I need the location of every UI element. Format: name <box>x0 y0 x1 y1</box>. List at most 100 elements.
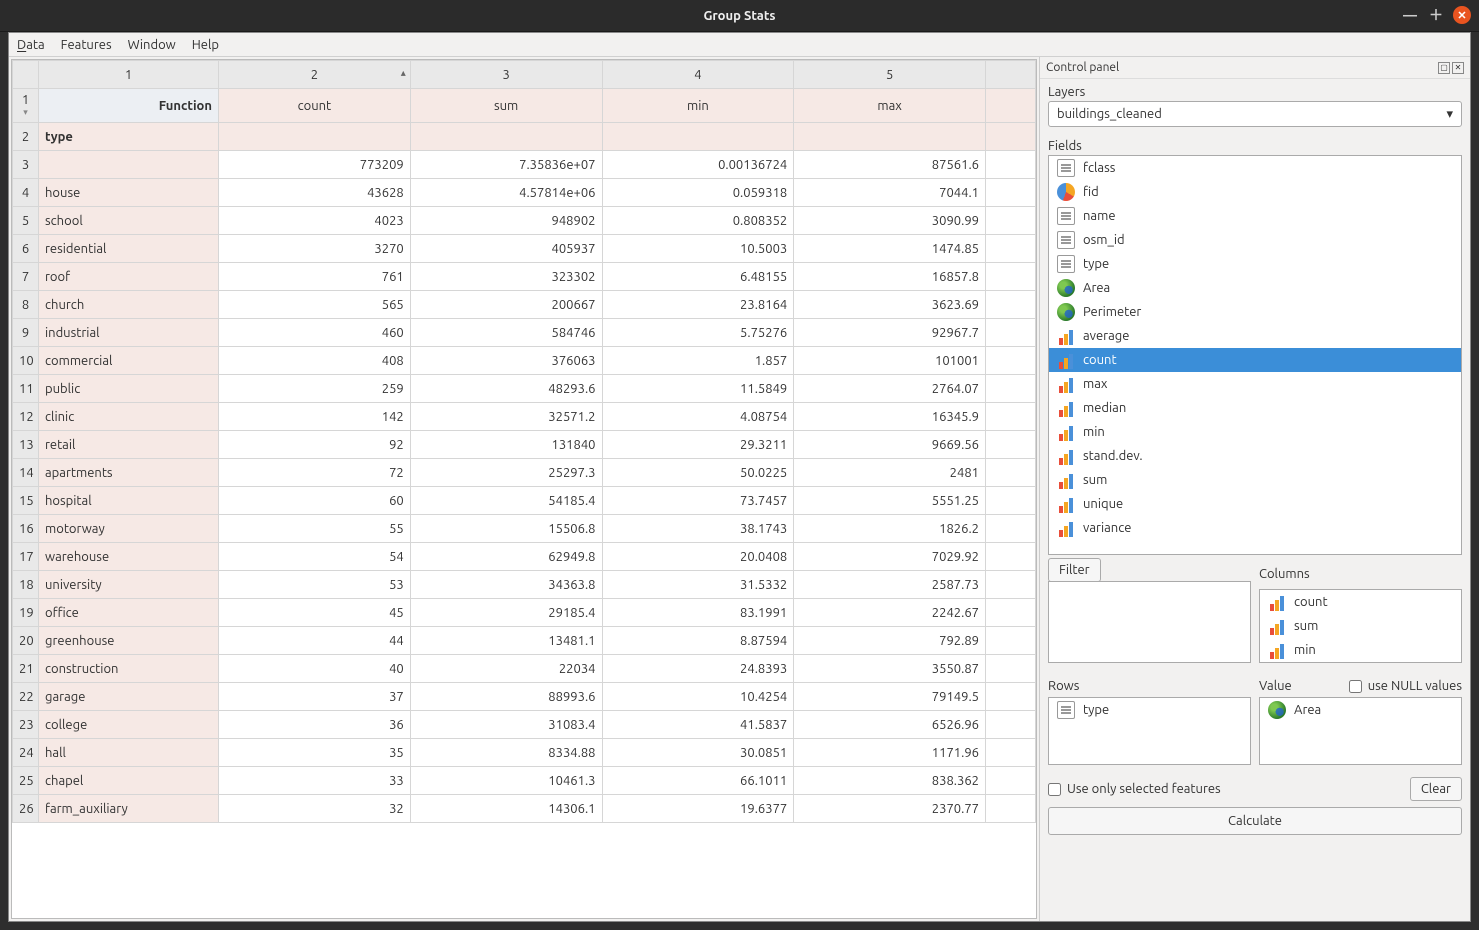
results-scroll[interactable]: 1 2▴ 3 4 5 1▾ Function count sum min max… <box>11 59 1037 919</box>
field-item-unique[interactable]: unique <box>1049 492 1461 516</box>
row-header[interactable]: 10 <box>13 347 39 375</box>
value-item[interactable]: Area <box>1260 698 1461 722</box>
field-item-fid[interactable]: fid <box>1049 180 1461 204</box>
row-header[interactable]: 16 <box>13 515 39 543</box>
table-row[interactable]: 24 hall 35 8334.88 30.0851 1171.96 <box>13 739 1036 767</box>
rows-box[interactable]: type <box>1048 697 1251 765</box>
field-item-min[interactable]: min <box>1049 420 1461 444</box>
row-header[interactable]: 8 <box>13 291 39 319</box>
table-row[interactable]: 8 church 565 200667 23.8164 3623.69 <box>13 291 1036 319</box>
null-checkbox[interactable]: use NULL values <box>1349 679 1462 693</box>
minimize-button[interactable]: — <box>1401 6 1419 24</box>
row-header[interactable]: 22 <box>13 683 39 711</box>
field-item-name[interactable]: name <box>1049 204 1461 228</box>
close-button[interactable]: ✕ <box>1453 6 1471 24</box>
row-header[interactable]: 26 <box>13 795 39 823</box>
column-item[interactable]: min <box>1260 638 1461 662</box>
table-row[interactable]: 7 roof 761 323302 6.48155 16857.8 <box>13 263 1036 291</box>
field-item-osm_id[interactable]: osm_id <box>1049 228 1461 252</box>
field-item-Area[interactable]: Area <box>1049 276 1461 300</box>
menu-help[interactable]: Help <box>192 38 219 52</box>
panel-close-button[interactable]: ✕ <box>1452 62 1464 74</box>
col-header-empty[interactable] <box>986 61 1036 89</box>
table-row[interactable]: 13 retail 92 131840 29.3211 9669.56 <box>13 431 1036 459</box>
row-header[interactable]: 21 <box>13 655 39 683</box>
table-row[interactable]: 14 apartments 72 25297.3 50.0225 2481 <box>13 459 1036 487</box>
table-row[interactable]: 3 773209 7.35836e+07 0.00136724 87561.6 <box>13 151 1036 179</box>
column-item[interactable]: sum <box>1260 614 1461 638</box>
table-row[interactable]: 11 public 259 48293.6 11.5849 2764.07 <box>13 375 1036 403</box>
table-row[interactable]: 26 farm_auxiliary 32 14306.1 19.6377 237… <box>13 795 1036 823</box>
row-header[interactable]: 2 <box>13 123 39 151</box>
field-item-variance[interactable]: variance <box>1049 516 1461 540</box>
column-item[interactable]: count <box>1260 590 1461 614</box>
field-item-count[interactable]: count <box>1049 348 1461 372</box>
row-header[interactable]: 7 <box>13 263 39 291</box>
table-row[interactable]: 9 industrial 460 584746 5.75276 92967.7 <box>13 319 1036 347</box>
menu-data[interactable]: Data <box>17 38 45 52</box>
field-item-average[interactable]: average <box>1049 324 1461 348</box>
table-row[interactable]: 20 greenhouse 44 13481.1 8.87594 792.89 <box>13 627 1036 655</box>
filter-box[interactable] <box>1048 581 1251 663</box>
row-header[interactable]: 20 <box>13 627 39 655</box>
row-header[interactable]: 9 <box>13 319 39 347</box>
table-row[interactable]: 10 commercial 408 376063 1.857 101001 <box>13 347 1036 375</box>
table-row[interactable]: 15 hospital 60 54185.4 73.7457 5551.25 <box>13 487 1036 515</box>
table-row[interactable]: 4 house 43628 4.57814e+06 0.059318 7044.… <box>13 179 1036 207</box>
col-header-4[interactable]: 4 <box>602 61 794 89</box>
field-item-sum[interactable]: sum <box>1049 468 1461 492</box>
field-item-Perimeter[interactable]: Perimeter <box>1049 300 1461 324</box>
row-header[interactable]: 13 <box>13 431 39 459</box>
corner-cell[interactable] <box>13 61 39 89</box>
table-row[interactable]: 23 college 36 31083.4 41.5837 6526.96 <box>13 711 1036 739</box>
value-box[interactable]: Area <box>1259 697 1462 765</box>
row-header[interactable]: 12 <box>13 403 39 431</box>
table-row[interactable]: 12 clinic 142 32571.2 4.08754 16345.9 <box>13 403 1036 431</box>
use-selected-input[interactable] <box>1048 783 1061 796</box>
layers-combo[interactable]: buildings_cleaned ▾ <box>1048 101 1462 127</box>
col-header-2[interactable]: 2▴ <box>219 61 411 89</box>
row-header[interactable]: 17 <box>13 543 39 571</box>
row-header[interactable]: 15 <box>13 487 39 515</box>
row-item[interactable]: type <box>1049 698 1250 722</box>
columns-box[interactable]: countsummin <box>1259 589 1462 663</box>
row-header[interactable]: 3 <box>13 151 39 179</box>
col-header-1[interactable]: 1 <box>39 61 219 89</box>
row-header[interactable]: 18 <box>13 571 39 599</box>
field-item-stand-dev-[interactable]: stand.dev. <box>1049 444 1461 468</box>
row-header[interactable]: 5 <box>13 207 39 235</box>
row-header[interactable]: 4 <box>13 179 39 207</box>
maximize-button[interactable]: ＋ <box>1427 6 1445 24</box>
clear-button[interactable]: Clear <box>1410 777 1462 801</box>
table-row[interactable]: 17 warehouse 54 62949.8 20.0408 7029.92 <box>13 543 1036 571</box>
field-item-type[interactable]: type <box>1049 252 1461 276</box>
use-selected-checkbox[interactable]: Use only selected features <box>1048 782 1221 796</box>
row-header[interactable]: 24 <box>13 739 39 767</box>
table-row[interactable]: 21 construction 40 22034 24.8393 3550.87 <box>13 655 1036 683</box>
table-row[interactable]: 6 residential 3270 405937 10.5003 1474.8… <box>13 235 1036 263</box>
row-header[interactable]: 1▾ <box>13 89 39 123</box>
table-row[interactable]: 22 garage 37 88993.6 10.4254 79149.5 <box>13 683 1036 711</box>
field-item-max[interactable]: max <box>1049 372 1461 396</box>
table-row[interactable]: 19 office 45 29185.4 83.1991 2242.67 <box>13 599 1036 627</box>
panel-undock-button[interactable]: ▢ <box>1438 62 1450 74</box>
fields-list[interactable]: fclassfidnameosm_idtypeAreaPerimeteraver… <box>1048 155 1462 555</box>
row-header[interactable]: 14 <box>13 459 39 487</box>
field-item-median[interactable]: median <box>1049 396 1461 420</box>
table-row[interactable]: 25 chapel 33 10461.3 66.1011 838.362 <box>13 767 1036 795</box>
col-header-3[interactable]: 3 <box>410 61 602 89</box>
field-item-fclass[interactable]: fclass <box>1049 156 1461 180</box>
row-header[interactable]: 19 <box>13 599 39 627</box>
col-header-5[interactable]: 5 <box>794 61 986 89</box>
filter-button[interactable]: Filter <box>1048 558 1101 582</box>
row-header[interactable]: 6 <box>13 235 39 263</box>
calculate-button[interactable]: Calculate <box>1048 807 1462 835</box>
menu-window[interactable]: Window <box>128 38 176 52</box>
table-row[interactable]: 16 motorway 55 15506.8 38.1743 1826.2 <box>13 515 1036 543</box>
null-checkbox-input[interactable] <box>1349 680 1362 693</box>
row-header[interactable]: 23 <box>13 711 39 739</box>
table-row[interactable]: 5 school 4023 948902 0.808352 3090.99 <box>13 207 1036 235</box>
row-header[interactable]: 11 <box>13 375 39 403</box>
table-row[interactable]: 18 university 53 34363.8 31.5332 2587.73 <box>13 571 1036 599</box>
menu-features[interactable]: Features <box>61 38 112 52</box>
